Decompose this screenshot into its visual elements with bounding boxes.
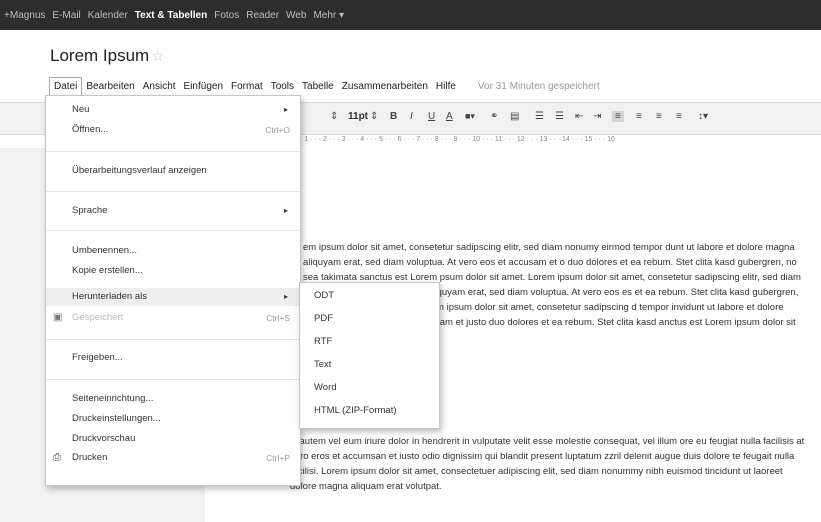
align-right-icon[interactable]: ≡ xyxy=(656,111,662,122)
ruler: · 1 · · · 2 · · · 3 · · · 4 · · · 5 · · … xyxy=(300,136,615,143)
saved-status: Vor 31 Minuten gespeichert xyxy=(477,80,600,92)
nav-profile[interactable]: +Magnus xyxy=(4,10,45,21)
menu-item-shortcut: Ctrl+O xyxy=(265,125,290,135)
menu-tools[interactable]: Tools xyxy=(267,81,298,92)
line-spacing-icon[interactable]: ↕▾ xyxy=(698,111,708,122)
bold-button[interactable]: B xyxy=(390,111,397,122)
download-submenu: ODT PDF RTF Text Word HTML (ZIP-Format) xyxy=(299,282,440,429)
google-bar-nav: +Magnus E-Mail Kalender Text & Tabellen … xyxy=(4,0,344,30)
menu-item-label: Gespeichert xyxy=(72,312,124,323)
nav-photos[interactable]: Fotos xyxy=(214,10,239,21)
underline-button[interactable]: U xyxy=(428,111,435,122)
menu-item-label: Herunterladen als xyxy=(72,291,147,302)
menu-collaborate[interactable]: Zusammenarbeiten xyxy=(338,81,432,92)
nav-docs[interactable]: Text & Tabellen xyxy=(135,10,207,21)
menu-item-label: Überarbeitungsverlauf anzeigen xyxy=(72,165,207,176)
menu-item-label: Druckvorschau xyxy=(72,433,136,444)
link-icon[interactable]: ⚭ xyxy=(490,111,498,122)
menu-divider xyxy=(46,230,300,231)
menu-item-print-settings[interactable]: Druckeinstellungen... xyxy=(46,410,300,428)
printer-icon: ⎙ xyxy=(53,452,61,463)
menu-divider xyxy=(46,151,300,152)
menu-item-label: Seiteneinrichtung... xyxy=(72,393,154,404)
menu-item-open[interactable]: Öffnen... Ctrl+O xyxy=(46,121,300,139)
nav-more[interactable]: Mehr ▾ xyxy=(313,10,344,21)
nav-reader[interactable]: Reader xyxy=(246,10,279,21)
nav-web[interactable]: Web xyxy=(286,10,306,21)
download-odt[interactable]: ODT xyxy=(314,287,334,305)
menubar: Datei Bearbeiten Ansicht Einfügen Format… xyxy=(49,77,604,95)
menu-edit[interactable]: Bearbeiten xyxy=(82,81,138,92)
align-left-icon[interactable]: ≡ xyxy=(612,111,624,122)
menu-item-rename[interactable]: Umbenennen... xyxy=(46,242,300,260)
menu-help[interactable]: Hilfe xyxy=(432,81,460,92)
download-pdf[interactable]: PDF xyxy=(314,310,333,328)
decrease-indent-icon[interactable]: ⇤ xyxy=(575,111,583,122)
align-justify-icon[interactable]: ≡ xyxy=(676,111,682,122)
menu-item-make-copy[interactable]: Kopie erstellen... xyxy=(46,262,300,280)
align-center-icon[interactable]: ≡ xyxy=(636,111,642,122)
menu-view[interactable]: Ansicht xyxy=(139,81,180,92)
menu-item-label: Freigeben... xyxy=(72,352,123,363)
menu-item-label: Sprache xyxy=(72,205,108,216)
nav-email[interactable]: E-Mail xyxy=(52,10,80,21)
google-bar: +Magnus E-Mail Kalender Text & Tabellen … xyxy=(0,0,821,30)
menu-format[interactable]: Format xyxy=(227,81,267,92)
document-title[interactable]: Lorem Ipsum xyxy=(50,46,149,66)
bulleted-list-icon[interactable]: ☰ xyxy=(555,111,564,122)
increase-indent-icon[interactable]: ⇥ xyxy=(593,111,601,122)
menu-item-label: Öffnen... xyxy=(72,124,109,135)
file-menu: Neu ▸ Öffnen... Ctrl+O Überarbeitungsver… xyxy=(45,95,301,486)
menu-divider xyxy=(46,339,300,340)
menu-item-download-as[interactable]: Herunterladen als ▸ xyxy=(46,288,300,306)
menu-item-label: Druckeinstellungen... xyxy=(72,413,161,424)
download-html-zip[interactable]: HTML (ZIP-Format) xyxy=(314,402,397,420)
font-size-select[interactable]: 11pt xyxy=(348,111,368,122)
menu-item-label: Umbenennen... xyxy=(72,245,137,256)
menu-item-print-preview[interactable]: Druckvorschau xyxy=(46,430,300,448)
submenu-arrow-icon: ▸ xyxy=(283,206,288,215)
menu-table[interactable]: Tabelle xyxy=(298,81,338,92)
download-rtf[interactable]: RTF xyxy=(314,333,332,351)
menu-insert[interactable]: Einfügen xyxy=(180,81,227,92)
text-color-button[interactable]: A xyxy=(446,111,453,122)
star-icon[interactable]: ☆ xyxy=(151,47,164,65)
menu-divider xyxy=(46,191,300,192)
menu-item-page-setup[interactable]: Seiteneinrichtung... xyxy=(46,390,300,408)
menu-item-language[interactable]: Sprache ▸ xyxy=(46,202,300,220)
menu-item-new[interactable]: Neu ▸ xyxy=(46,101,300,119)
menu-item-label: Drucken xyxy=(72,452,108,463)
submenu-arrow-icon: ▸ xyxy=(283,105,288,114)
highlight-color-icon[interactable]: ■▾ xyxy=(465,111,475,122)
menu-item-revision-history[interactable]: Überarbeitungsverlauf anzeigen xyxy=(46,162,300,180)
nav-calendar[interactable]: Kalender xyxy=(88,10,128,21)
font-size-arrow-icon[interactable]: ⇕ xyxy=(370,111,378,122)
menu-divider xyxy=(46,379,300,380)
download-word[interactable]: Word xyxy=(314,379,337,397)
menu-item-label: Kopie erstellen... xyxy=(72,265,143,276)
comment-icon[interactable]: ▤ xyxy=(510,111,519,122)
menu-item-label: Neu xyxy=(72,104,90,115)
menu-item-shortcut: Ctrl+P xyxy=(266,453,290,463)
download-text[interactable]: Text xyxy=(314,356,331,374)
menu-item-saved[interactable]: ▣ Gespeichert Ctrl+S xyxy=(46,309,300,327)
menu-item-print[interactable]: ⎙ Drucken Ctrl+P xyxy=(46,449,300,467)
submenu-arrow-icon: ▸ xyxy=(283,292,288,301)
save-icon: ▣ xyxy=(53,312,63,323)
menu-item-share[interactable]: Freigeben... xyxy=(46,349,300,367)
font-dropdown-arrow-icon[interactable]: ⇕ xyxy=(330,111,338,122)
numbered-list-icon[interactable]: ☰ xyxy=(535,111,544,122)
menu-file[interactable]: Datei xyxy=(49,77,83,95)
menu-item-shortcut: Ctrl+S xyxy=(266,313,290,323)
document-paragraph-2[interactable]: is autem vel eum iriure dolor in hendrer… xyxy=(290,434,808,494)
italic-button[interactable]: I xyxy=(410,111,413,122)
